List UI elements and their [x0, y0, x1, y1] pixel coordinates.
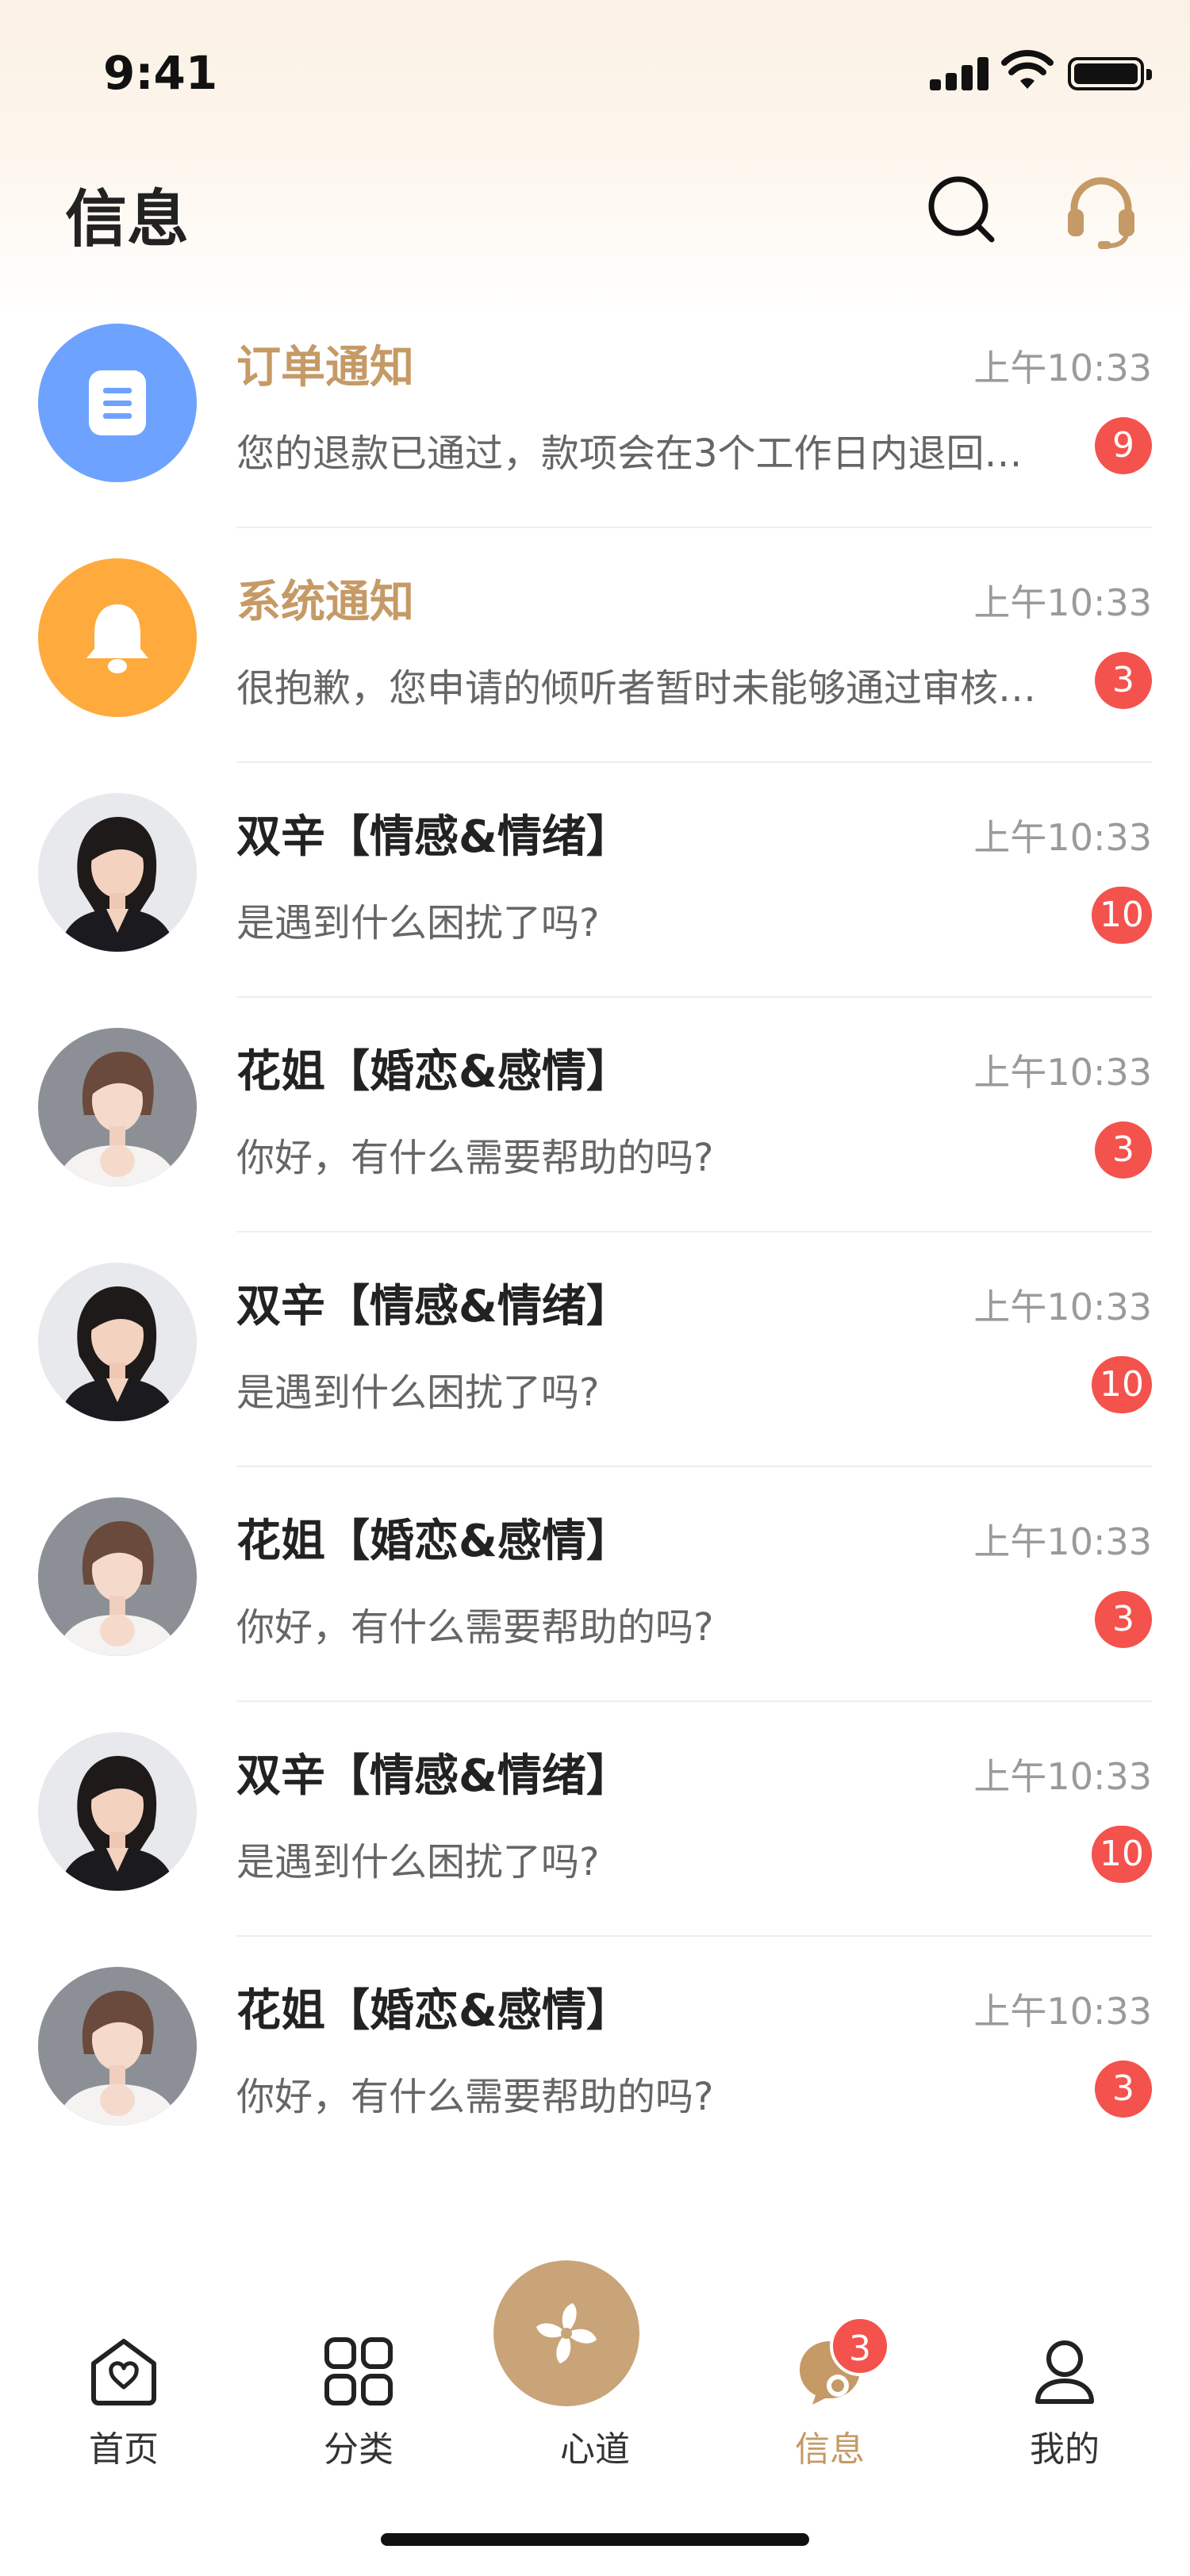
message-sender-name: 订单通知 [236, 342, 414, 393]
unread-badge: 3 [1095, 1591, 1152, 1648]
unread-badge: 3 [1095, 2060, 1152, 2118]
message-item-counselor[interactable]: 双辛【情感&情绪】 上午10:33 是遇到什么困扰了吗? 10 [0, 1232, 1190, 1467]
message-preview: 是遇到什么困扰了吗? [236, 1840, 600, 1884]
avatar [38, 793, 197, 952]
woman-portrait-icon [58, 1756, 177, 1891]
message-preview: 您的退款已通过，款项会在3个工作日内退回，请注意查收 [236, 431, 1046, 476]
message-item-counselor[interactable]: 双辛【情感&情绪】 上午10:33 是遇到什么困扰了吗? 10 [0, 763, 1190, 998]
message-time: 上午10:33 [973, 1990, 1152, 2033]
unread-badge: 9 [1095, 417, 1152, 474]
woman-portrait-icon [55, 1521, 180, 1656]
cellular-signal-icon [930, 54, 988, 90]
message-preview: 是遇到什么困扰了吗? [236, 901, 600, 945]
page-title: 信息 [65, 184, 190, 255]
battery-icon [1068, 57, 1152, 90]
home-icon [91, 2339, 156, 2405]
message-preview: 你好，有什么需要帮助的吗? [236, 1605, 714, 1650]
message-sender-name: 花姐【婚恋&感情】 [236, 1046, 631, 1098]
message-time: 上午10:33 [973, 1051, 1152, 1094]
avatar [38, 1028, 197, 1186]
woman-portrait-icon [58, 1286, 177, 1421]
message-sender-name: 系统通知 [236, 577, 414, 628]
message-sender-name: 双辛【情感&情绪】 [236, 811, 631, 863]
message-time: 上午10:33 [973, 581, 1152, 624]
message-preview: 你好，有什么需要帮助的吗? [236, 1136, 714, 1180]
message-time: 上午10:33 [973, 1286, 1152, 1328]
tab-xindao[interactable]: 心道 [493, 2237, 682, 2474]
message-preview: 是遇到什么困扰了吗? [236, 1370, 600, 1415]
tab-profile[interactable]: 我的 [977, 2237, 1152, 2474]
tab-category[interactable]: 分类 [271, 2237, 446, 2474]
message-item-counselor[interactable]: 花姐【婚恋&感情】 上午10:33 你好，有什么需要帮助的吗? 3 [0, 1937, 1190, 2172]
system-notice-avatar [38, 558, 197, 717]
woman-portrait-icon [55, 1991, 180, 2126]
bell-icon [86, 604, 148, 673]
tab-label: 分类 [324, 2429, 393, 2470]
tab-label: 首页 [89, 2429, 159, 2470]
tab-unread-badge: 3 [830, 2316, 890, 2376]
woman-portrait-icon [58, 817, 177, 952]
search-icon[interactable] [927, 174, 996, 244]
message-preview: 很抱歉，您申请的倾听者暂时未能够通过审核，请重新提交 [236, 666, 1046, 711]
tab-label: 我的 [1030, 2429, 1100, 2470]
message-sender-name: 双辛【情感&情绪】 [236, 1750, 631, 1802]
unread-badge: 10 [1092, 887, 1152, 944]
avatar [38, 1263, 197, 1421]
home-indicator[interactable] [381, 2533, 809, 2546]
pinwheel-icon [536, 2303, 597, 2363]
message-preview: 你好，有什么需要帮助的吗? [236, 2075, 714, 2119]
bottom-tab-bar: 首页 分类 心道 信息 3 我的 [0, 2237, 1190, 2474]
tab-messages[interactable]: 信息 [743, 2237, 917, 2474]
center-action-button[interactable] [493, 2260, 639, 2406]
tab-home[interactable]: 首页 [36, 2237, 211, 2474]
message-item-counselor[interactable]: 双辛【情感&情绪】 上午10:33 是遇到什么困扰了吗? 10 [0, 1702, 1190, 1937]
grid-icon [324, 2337, 393, 2405]
user-icon [1035, 2340, 1094, 2404]
status-time: 9:41 [103, 46, 218, 100]
status-bar: 9:41 [0, 0, 1190, 143]
message-item-system-notice[interactable]: 系统通知 上午10:33 很抱歉，您申请的倾听者暂时未能够通过审核，请重新提交 … [0, 528, 1190, 763]
message-sender-name: 双辛【情感&情绪】 [236, 1281, 631, 1332]
message-time: 上午10:33 [973, 347, 1152, 389]
avatar [38, 1967, 197, 2126]
avatar [38, 1732, 197, 1891]
document-icon [89, 370, 146, 435]
message-item-counselor[interactable]: 花姐【婚恋&感情】 上午10:33 你好，有什么需要帮助的吗? 3 [0, 1467, 1190, 1702]
unread-badge: 3 [1095, 1121, 1152, 1179]
message-sender-name: 花姐【婚恋&感情】 [236, 1516, 631, 1567]
unread-badge: 3 [1095, 652, 1152, 709]
message-sender-name: 花姐【婚恋&感情】 [236, 1985, 631, 2037]
order-notice-avatar [38, 324, 197, 482]
unread-badge: 10 [1092, 1826, 1152, 1883]
tab-label: 心道 [560, 2429, 630, 2470]
message-item-order-notice[interactable]: 订单通知 上午10:33 您的退款已通过，款项会在3个工作日内退回，请注意查收 … [0, 293, 1190, 528]
woman-portrait-icon [55, 1052, 180, 1186]
wifi-icon [1001, 50, 1054, 89]
customer-service-icon[interactable] [1063, 173, 1139, 249]
message-time: 上午10:33 [973, 816, 1152, 859]
unread-badge: 10 [1092, 1356, 1152, 1413]
message-item-counselor[interactable]: 花姐【婚恋&感情】 上午10:33 你好，有什么需要帮助的吗? 3 [0, 998, 1190, 1232]
message-list: 订单通知 上午10:33 您的退款已通过，款项会在3个工作日内退回，请注意查收 … [0, 293, 1190, 2172]
message-time: 上午10:33 [973, 1520, 1152, 1563]
avatar [38, 1497, 197, 1656]
message-time: 上午10:33 [973, 1755, 1152, 1798]
tab-label: 信息 [795, 2429, 865, 2470]
